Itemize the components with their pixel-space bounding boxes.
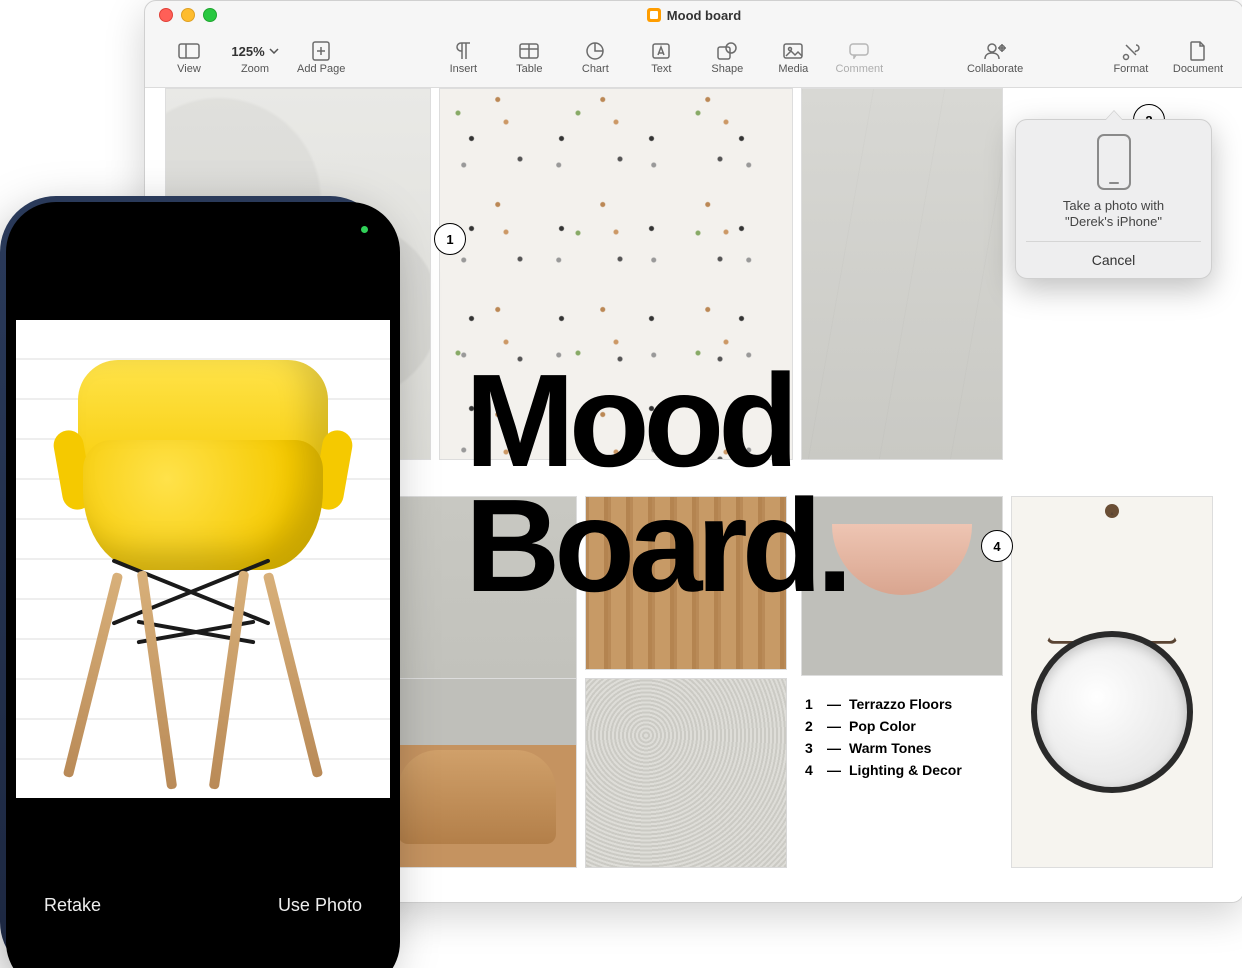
retake-button[interactable]: Retake [38, 887, 107, 924]
toolbar-document[interactable]: Document [1167, 39, 1229, 77]
legend-row: 3—Warm Tones [805, 740, 962, 756]
iphone-notch [128, 212, 278, 242]
toolbar-insert[interactable]: Insert [433, 39, 493, 77]
toolbar-table[interactable]: Table [499, 39, 559, 77]
document-title-text: Mood board [667, 8, 741, 23]
image-couch[interactable] [377, 678, 577, 868]
chair-leg [63, 572, 124, 778]
add-page-icon [312, 41, 330, 61]
popover-cancel-button[interactable]: Cancel [1026, 241, 1201, 278]
document-title: Mood board [647, 8, 741, 23]
toolbar-format[interactable]: Format [1101, 39, 1161, 77]
heading-line1: Mood [465, 358, 847, 483]
legend-row: 4—Lighting & Decor [805, 762, 962, 778]
document-icon [1190, 41, 1206, 61]
camera-photo-preview [16, 320, 390, 798]
window-traffic-lights[interactable] [159, 8, 217, 22]
toolbar-comment: Comment [829, 39, 889, 77]
toolbar-zoom[interactable]: 125% Zoom [225, 39, 285, 77]
continuity-camera-popover: Take a photo with "Derek's iPhone" Cance… [1015, 119, 1212, 279]
callout-4[interactable]: 4 [981, 530, 1013, 562]
shape-icon [717, 41, 737, 61]
window-close-button[interactable] [159, 8, 173, 22]
document-heading[interactable]: Mood Board. [465, 358, 847, 609]
mirror-circle [1031, 631, 1193, 793]
collaborate-icon [984, 41, 1006, 61]
camera-preview[interactable]: Retake Use Photo [16, 212, 390, 968]
window-zoom-button[interactable] [203, 8, 217, 22]
callout-1[interactable]: 1 [434, 223, 466, 255]
legend-row: 2—Pop Color [805, 718, 962, 734]
iphone-screen: Retake Use Photo [6, 202, 400, 968]
table-icon [519, 41, 539, 61]
camera-action-bar: Retake Use Photo [16, 846, 390, 968]
use-photo-button[interactable]: Use Photo [272, 887, 368, 924]
window-titlebar[interactable]: Mood board [145, 1, 1242, 29]
paragraph-icon [455, 41, 471, 61]
chart-icon [586, 41, 604, 61]
toolbar-shape[interactable]: Shape [697, 39, 757, 77]
camera-active-indicator-icon [361, 226, 368, 233]
window-minimize-button[interactable] [181, 8, 195, 22]
heading-line2: Board. [465, 483, 847, 608]
format-icon [1122, 41, 1140, 61]
iphone-outline-icon [1097, 134, 1131, 190]
toolbar-view[interactable]: View [159, 39, 219, 77]
legend[interactable]: 1—Terrazzo Floors 2—Pop Color 3—Warm Ton… [805, 696, 962, 784]
iphone-device: Retake Use Photo [0, 196, 386, 968]
sidebar-icon [178, 41, 200, 61]
chair-leg [263, 572, 324, 778]
text-icon [652, 41, 670, 61]
image-mirror[interactable] [1011, 496, 1213, 868]
popover-message: Take a photo with "Derek's iPhone" [1063, 198, 1164, 231]
toolbar-text[interactable]: Text [631, 39, 691, 77]
toolbar-collaborate[interactable]: Collaborate [961, 39, 1029, 77]
pages-doc-icon [647, 8, 661, 22]
comment-icon [849, 41, 869, 61]
toolbar-media[interactable]: Media [763, 39, 823, 77]
image-fur[interactable] [585, 678, 787, 868]
toolbar-chart[interactable]: Chart [565, 39, 625, 77]
mirror-strap [1046, 512, 1178, 644]
legend-row: 1—Terrazzo Floors [805, 696, 962, 712]
media-icon [783, 41, 803, 61]
toolbar: View 125% Zoom Add Page Inse [145, 29, 1242, 88]
zoom-value: 125% [231, 41, 278, 61]
chair-seat [83, 440, 323, 570]
chevron-down-icon [269, 48, 279, 54]
toolbar-add-page[interactable]: Add Page [291, 39, 351, 77]
